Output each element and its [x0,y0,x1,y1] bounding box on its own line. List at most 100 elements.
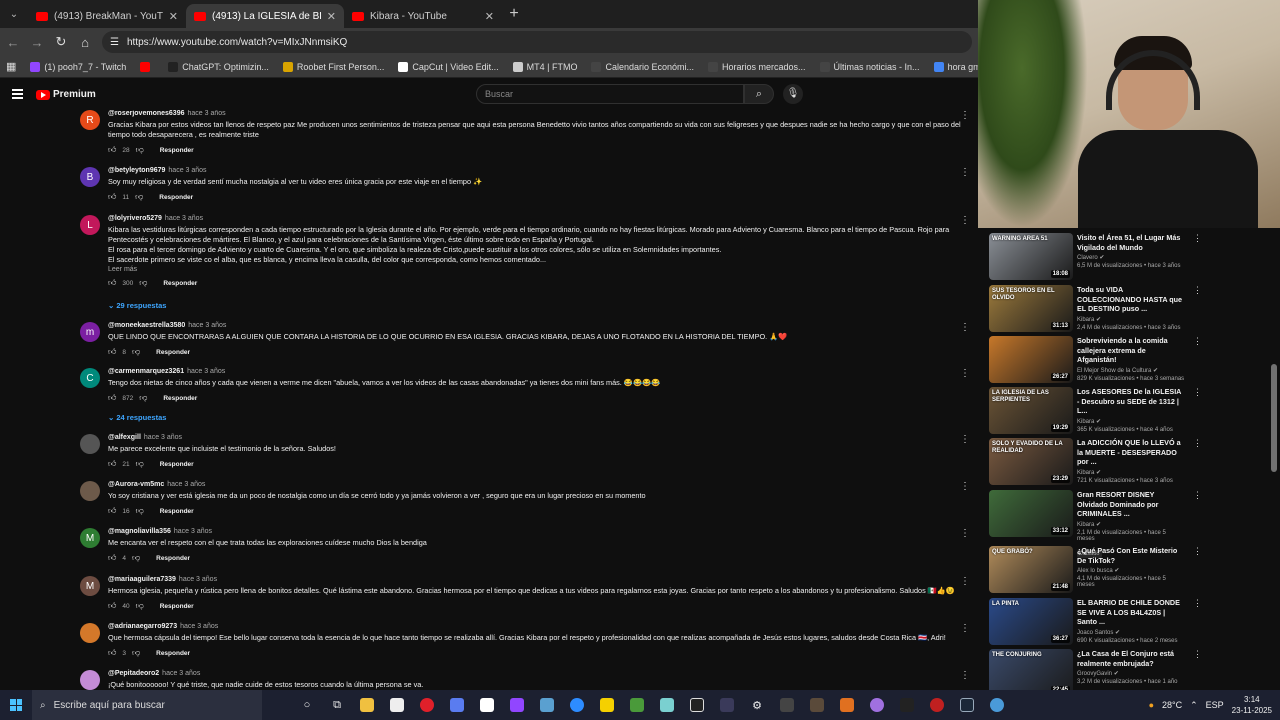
video-title[interactable]: ¿La Casa de El Conjuro está realmente em… [1077,649,1185,668]
dislike-icon[interactable]: 👎︎ [132,347,140,357]
like-icon[interactable]: 👍︎ [108,459,116,469]
video-title[interactable]: Los ASESORES De la IGLESIA - Descubro su… [1077,387,1185,416]
avatar[interactable]: C [80,368,100,388]
task-view-icon[interactable]: ⧉ [322,690,352,720]
comment-author[interactable]: @Aurora-vm5mc [108,481,164,488]
video-title[interactable]: Gran RESORT DISNEY Olvidado Dominado por… [1077,490,1185,519]
apps-icon[interactable]: ▦ [6,60,16,73]
avatar[interactable]: M [80,576,100,596]
taskbar-search-input[interactable]: ⌕ Escribe aquí para buscar [32,690,262,720]
comment-time[interactable]: hace 3 años [187,368,225,375]
comment-author[interactable]: @mariaaguilera7339 [108,576,176,583]
app-icon[interactable] [772,690,802,720]
more-options-icon[interactable]: ⋮ [1193,598,1202,609]
avatar[interactable] [80,481,100,501]
avatar[interactable]: B [80,167,100,187]
comment-author[interactable]: @carmenmarquez3261 [108,368,184,375]
comment-author[interactable]: @roserjovemones6396 [108,110,184,117]
recommended-video[interactable]: SOLO Y EVADIDO DE LA REALIDAD 23:29 La ADI… [989,436,1279,485]
comment-author[interactable]: @adrianaegarro9273 [108,623,177,630]
video-title[interactable]: Sobreviviendo a la comida callejera extr… [1077,336,1185,365]
more-options-icon[interactable]: ⋮ [960,110,970,121]
like-icon[interactable]: 👍︎ [108,601,116,611]
video-thumbnail[interactable]: THE CONJURING 22:45 [989,649,1073,690]
comment-author[interactable]: @lolyrivero5279 [108,215,162,222]
video-thumbnail[interactable]: SOLO Y EVADIDO DE LA REALIDAD 23:29 [989,438,1073,485]
more-options-icon[interactable]: ⋮ [960,434,970,445]
channel-name[interactable]: El Mejor Show de la Cultura ✔ [1077,367,1185,374]
like-icon[interactable]: 👍︎ [108,553,116,563]
weather-icon[interactable]: ● [1149,700,1154,710]
more-options-icon[interactable]: ⋮ [1193,546,1202,557]
dislike-icon[interactable]: 👎︎ [132,553,140,563]
discord-icon[interactable] [862,690,892,720]
reload-icon[interactable]: ↻ [54,34,68,50]
close-tab-icon[interactable]: ✕ [169,10,178,23]
reply-button[interactable]: Responder [156,650,190,657]
recommended-video[interactable]: QUE GRABÓ? 21:48 ¿Qué Pasó Con Este Mister… [989,544,1279,593]
language[interactable]: ESP [1206,700,1224,710]
cortana-icon[interactable]: ○ [292,690,322,720]
like-icon[interactable]: 👍︎ [108,347,116,357]
more-options-icon[interactable]: ⋮ [1193,490,1202,501]
app-icon[interactable] [532,690,562,720]
more-options-icon[interactable]: ⋮ [1193,336,1202,347]
avatar[interactable]: M [80,528,100,548]
video-title[interactable]: ¿Qué Pasó Con Este Misterio De TikTok? [1077,546,1185,565]
more-options-icon[interactable]: ⋮ [960,368,970,379]
more-options-icon[interactable]: ⋮ [1193,233,1202,244]
close-tab-icon[interactable]: ✕ [327,10,336,23]
dislike-icon[interactable]: 👎︎ [136,459,144,469]
reply-button[interactable]: Responder [160,603,194,610]
video-thumbnail[interactable]: 33:12 [989,490,1073,537]
like-icon[interactable]: 👍︎ [108,648,116,658]
recommended-video[interactable]: SUS TESOROS EN EL OLVIDO 31:13 Toda su VID… [989,283,1279,332]
clock[interactable]: 3:14 23-11-2025 [1232,694,1272,716]
video-thumbnail[interactable]: LA PINTA 36:27 [989,598,1073,645]
bookmark-item[interactable]: MT4 | FTMO [512,61,577,72]
recommended-video[interactable]: LA IGLESIA DE LAS SERPIENTES 19:29 Los ASE… [989,385,1279,434]
video-thumbnail[interactable]: 26:27 [989,336,1073,383]
more-options-icon[interactable]: ⋮ [960,215,970,226]
view-replies-button[interactable]: ⌄ 29 respuestas [108,301,166,310]
steam-icon[interactable] [952,690,982,720]
site-info-icon[interactable]: ☰ [110,37,119,48]
settings-icon[interactable]: ⚙ [742,690,772,720]
comment-time[interactable]: hace 3 años [165,215,203,222]
voice-search-button[interactable]: 🎙 [783,84,803,104]
video-thumbnail[interactable]: WARNING AREA 51 18:08 [989,233,1073,280]
channel-name[interactable]: Alex lo busca ✔ [1077,567,1185,574]
bookmark-item[interactable]: Roobet First Person... [282,61,384,72]
video-thumbnail[interactable]: QUE GRABÓ? 21:48 [989,546,1073,593]
like-icon[interactable]: 👍︎ [108,192,116,202]
avatar[interactable] [80,623,100,643]
scrollbar[interactable] [1271,364,1277,472]
comment-author[interactable]: @alfexgill [108,434,141,441]
browser-tab-0[interactable]: (4913) BreakMan - YouTube ✕ [28,4,186,28]
browser-tab-1[interactable]: (4913) La IGLESIA de BENEDETTO ✕ [186,4,344,28]
tab-search-button[interactable]: ⌄ [0,0,28,28]
channel-name[interactable]: Kibara ✔ [1077,469,1185,476]
like-icon[interactable]: 👍︎ [108,393,116,403]
avatar[interactable]: R [80,110,100,130]
recommended-video[interactable]: 26:27 Sobreviviendo a la comida callejera… [989,334,1279,383]
comment-author[interactable]: @magnoliavilla356 [108,528,171,535]
bookmark-item[interactable]: CapCut | Video Edit... [398,61,499,72]
channel-name[interactable]: Clavero ✔ [1077,254,1185,261]
more-options-icon[interactable]: ⋮ [960,528,970,539]
app-icon[interactable] [802,690,832,720]
capcut-icon[interactable] [682,690,712,720]
like-icon[interactable]: 👍︎ [108,278,116,288]
dislike-icon[interactable]: 👎︎ [136,145,144,155]
avatar[interactable]: L [80,215,100,235]
more-options-icon[interactable]: ⋮ [1193,649,1202,660]
dislike-icon[interactable]: 👎︎ [139,278,147,288]
chrome-icon[interactable] [982,690,1012,720]
comment-time[interactable]: hace 3 años [144,434,182,441]
video-thumbnail[interactable]: LA IGLESIA DE LAS SERPIENTES 19:29 [989,387,1073,434]
chevron-up-icon[interactable]: ⌃ [1190,700,1198,711]
channel-name[interactable]: Kibara ✔ [1077,521,1185,528]
search-input[interactable]: Buscar [476,84,744,104]
comment-time[interactable]: hace 3 años [174,528,212,535]
app-icon[interactable] [892,690,922,720]
